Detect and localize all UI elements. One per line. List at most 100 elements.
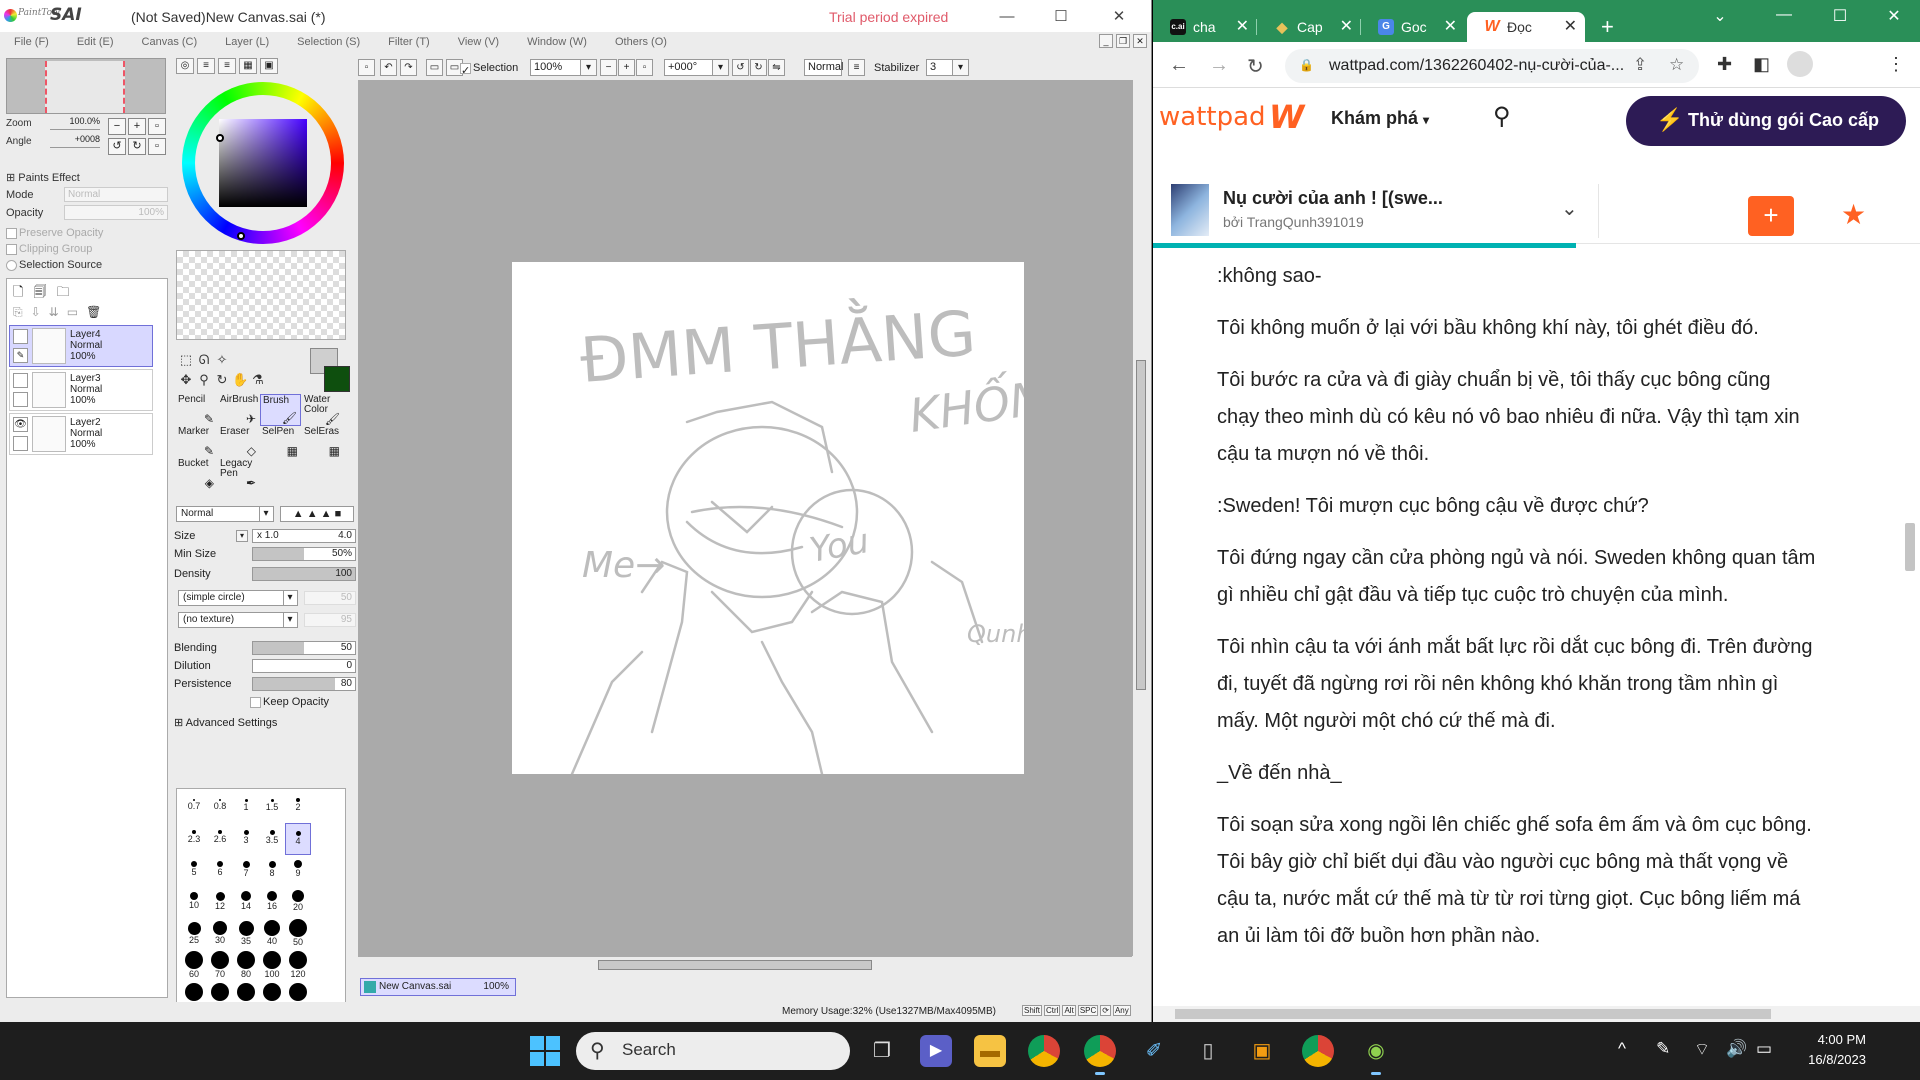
menu-filter[interactable]: Filter (T) xyxy=(388,32,430,52)
inner-close-icon[interactable]: ✕ xyxy=(1133,34,1147,48)
zoom-slider[interactable]: 100.0% xyxy=(50,116,100,130)
pen-lock-icon[interactable]: ✎ xyxy=(13,348,28,363)
brush-size-cell[interactable]: 9 xyxy=(285,855,311,887)
brush-size-cell[interactable]: 3.5 xyxy=(259,823,285,855)
menu-view[interactable]: View (V) xyxy=(458,32,499,52)
show-selection-option[interactable]: ✓ Selection xyxy=(460,62,518,77)
undo-icon[interactable]: ↶ xyxy=(380,59,397,76)
page-vertical-scrollbar[interactable] xyxy=(1900,248,1920,1006)
menu-others[interactable]: Others (O) xyxy=(615,32,667,52)
brush-size-cell[interactable]: 30 xyxy=(207,919,233,951)
side-panel-icon[interactable]: ◧ xyxy=(1753,54,1770,75)
tray-overflow-icon[interactable]: ^ xyxy=(1618,1039,1626,1059)
visibility-toggle[interactable] xyxy=(13,373,28,388)
marker-tool[interactable]: Marker ✎ xyxy=(176,426,217,458)
airbrush-tool[interactable]: AirBrush ✈ xyxy=(218,394,259,426)
brush-size-cell[interactable]: 1.5 xyxy=(259,791,285,823)
page-hscroll-thumb[interactable] xyxy=(1175,1009,1771,1019)
brush-shape-select[interactable]: (simple circle) xyxy=(178,590,298,606)
browser-minimize-button[interactable]: — xyxy=(1761,6,1807,24)
canvas-viewport[interactable]: ĐMM THẰNG KHỐN Me→ You Qunh xyxy=(358,80,1140,956)
layer-row[interactable]: 👁 Layer2 Normal 100% xyxy=(9,413,153,455)
move-icon[interactable]: ✥ xyxy=(178,372,194,388)
color-wheel-tab-icon[interactable]: ◎ xyxy=(176,58,194,74)
brush-size-cell[interactable]: 40 xyxy=(259,919,285,951)
transfer-icon[interactable]: ⇩ xyxy=(31,305,41,320)
selection-source-checkbox[interactable] xyxy=(6,259,17,271)
deselect-icon[interactable]: ▭ xyxy=(426,59,443,76)
hand-tool-icon[interactable]: ✋ xyxy=(232,372,248,388)
file-explorer-icon[interactable]: ▬ xyxy=(974,1035,1006,1067)
toolbar-zoom-reset-icon[interactable]: ▫ xyxy=(636,59,653,76)
clipping-group-option[interactable]: Clipping Group xyxy=(6,243,92,255)
task-view-icon[interactable]: ❐ xyxy=(866,1035,898,1067)
bookmark-star-icon[interactable]: ☆ xyxy=(1669,55,1684,75)
rgb-slider-tab-icon[interactable]: ≡ xyxy=(197,58,215,74)
brush-size-cell[interactable]: 5 xyxy=(181,855,207,887)
wattpad-logo[interactable]: wattpad xyxy=(1159,102,1266,132)
media-app-icon[interactable]: ▣ xyxy=(1246,1035,1278,1067)
brush-size-cell[interactable]: 4 xyxy=(285,823,311,855)
add-to-library-button[interactable]: + xyxy=(1748,196,1794,236)
browser-maximize-button[interactable]: ☐ xyxy=(1817,6,1863,26)
brush-blend-mode-select[interactable]: Normal xyxy=(176,506,274,522)
rotate-tool-icon[interactable]: ↻ xyxy=(214,372,230,388)
chrome-icon[interactable] xyxy=(1028,1035,1060,1067)
close-tab-icon[interactable]: ✕ xyxy=(1340,16,1353,36)
chrome-alt-icon[interactable] xyxy=(1302,1035,1334,1067)
flip-icon[interactable]: ⇋ xyxy=(768,59,785,76)
texture-strength[interactable]: 95 xyxy=(304,613,356,627)
address-bar[interactable]: 🔒 wattpad.com/1362260402-nụ-cười-của-...… xyxy=(1285,49,1699,83)
visibility-toggle[interactable] xyxy=(13,329,28,344)
url-text[interactable]: wattpad.com/1362260402-nụ-cười-của-... xyxy=(1329,57,1624,75)
close-tab-icon[interactable]: ✕ xyxy=(1444,16,1457,36)
brush-size-cell[interactable]: 20 xyxy=(285,887,311,919)
lock-toggle[interactable] xyxy=(13,436,28,451)
preserve-opacity-option[interactable]: Preserve Opacity xyxy=(6,227,103,239)
brush-size-cell[interactable]: 2.6 xyxy=(207,823,233,855)
inner-restore-icon[interactable]: ❐ xyxy=(1116,34,1130,48)
close-tab-icon[interactable]: ✕ xyxy=(1236,16,1249,36)
close-tab-icon[interactable]: ✕ xyxy=(1564,16,1577,36)
bucket-tool[interactable]: Bucket ◈ xyxy=(176,458,217,490)
brush-size-cell[interactable]: 100 xyxy=(259,951,285,983)
brush-size-cell[interactable]: 10 xyxy=(181,887,207,919)
brush-size-cell[interactable]: 80 xyxy=(233,951,259,983)
explore-menu[interactable]: Khám phá ▾ xyxy=(1331,108,1429,129)
brush-size-cell[interactable]: 12 xyxy=(207,887,233,919)
eye-icon[interactable]: 👁 xyxy=(13,417,28,432)
canvas-vertical-scrollbar[interactable] xyxy=(1132,80,1148,956)
brush-size-cell[interactable]: 25 xyxy=(181,919,207,951)
teams-chat-icon[interactable]: ▶ xyxy=(920,1035,952,1067)
size-mult-dropdown[interactable]: ▾ xyxy=(236,530,248,542)
menu-window[interactable]: Window (W) xyxy=(527,32,587,52)
brush-size-cell[interactable]: 3 xyxy=(233,823,259,855)
layer-row[interactable]: ✎ Layer4 Normal 100% xyxy=(9,325,153,367)
phone-link-icon[interactable]: ▯ xyxy=(1192,1035,1224,1067)
brush-size-cell[interactable]: 0.7 xyxy=(181,791,207,823)
new-layer-icon[interactable]: 🗋 xyxy=(13,283,23,305)
navigator-preview[interactable] xyxy=(6,58,166,114)
chrome-menu-icon[interactable]: ⋮ xyxy=(1887,54,1905,75)
wifi-icon[interactable]: ⌔ xyxy=(1694,1039,1710,1060)
hsv-slider-tab-icon[interactable]: ≡ xyxy=(218,58,236,74)
stroke-dropdown-icon[interactable]: ≡ xyxy=(848,59,865,76)
rotate-reset-button[interactable]: ▫ xyxy=(148,138,166,155)
selection-checkbox[interactable]: ✓ xyxy=(460,62,471,77)
toolbar-toggle-icon[interactable]: ▫ xyxy=(358,59,375,76)
menu-file[interactable]: File (F) xyxy=(14,32,49,52)
pen-app-icon[interactable]: ✐ xyxy=(1138,1035,1170,1067)
brush-size-cell[interactable]: 2 xyxy=(285,791,311,823)
color-wheel[interactable] xyxy=(182,82,344,244)
sai-minimize-button[interactable]: — xyxy=(984,0,1030,32)
layer-row[interactable]: Layer3 Normal 100% xyxy=(9,369,153,411)
paints-effect-header[interactable]: ⊞ Paints Effect xyxy=(6,171,80,184)
dilution-slider[interactable]: 0 xyxy=(252,659,356,673)
forward-icon[interactable]: → xyxy=(1209,54,1229,77)
share-icon[interactable]: ⇪ xyxy=(1633,55,1647,75)
clipping-group-checkbox[interactable] xyxy=(6,243,17,255)
swatch-tab-icon[interactable]: ▦ xyxy=(239,58,257,74)
brush-size-cell[interactable]: 0.8 xyxy=(207,791,233,823)
brush-texture-select[interactable]: (no texture) xyxy=(178,612,298,628)
shape-strength[interactable]: 50 xyxy=(304,591,356,605)
